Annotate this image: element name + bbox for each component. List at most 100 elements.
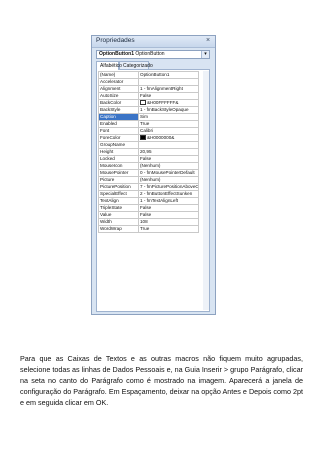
property-name[interactable]: MouseIcon [98,162,139,170]
property-row[interactable]: Width 108 [98,218,199,226]
property-value[interactable]: Sim [138,113,199,121]
property-value-text: 1 - fmBackStyleOpaque [140,107,189,113]
title-bar[interactable]: Propriedades × [92,36,215,48]
property-name[interactable]: BackStyle [98,106,139,114]
property-name[interactable]: Font [98,127,139,135]
color-swatch [140,135,146,141]
property-value[interactable]: 7 - fmPicturePositionAboveCent [138,183,199,191]
chevron-down-icon[interactable]: ▾ [201,51,209,58]
property-value[interactable]: True [138,120,199,128]
property-value[interactable]: (Nenhum) [138,162,199,170]
property-row[interactable]: Font Calibri [98,127,199,135]
property-row[interactable]: Locked False [98,155,199,163]
property-name[interactable]: GroupName [98,141,139,149]
property-name[interactable]: Width [98,218,139,226]
object-type: OptionButton [135,51,165,57]
object-name: OptionButton1 [99,51,134,57]
property-row[interactable]: PicturePosition 7 - fmPicturePositionAbov… [98,183,199,191]
property-value-text: &H00FFFFFF& [147,100,179,106]
property-value[interactable]: 1 - fmAlignmentRight [138,85,199,93]
property-value[interactable]: False [138,204,199,212]
property-value[interactable]: True [138,225,199,233]
property-name[interactable]: Caption [98,113,139,121]
property-value[interactable] [138,141,199,149]
property-row[interactable]: BackColor &H00FFFFFF& [98,99,199,107]
object-selector[interactable]: OptionButton1 OptionButton ▾ [96,50,210,59]
property-row[interactable]: Alignment 1 - fmAlignmentRight [98,85,199,93]
property-row[interactable]: Height 20,95 [98,148,199,156]
property-row[interactable]: Value False [98,211,199,219]
property-name[interactable]: Locked [98,155,139,163]
property-value-text: False [140,212,152,218]
property-value[interactable]: 2 - fmButtonEffectSunken [138,190,199,198]
instruction-paragraph: Para que as Caixas de Textos e as outras… [20,354,303,407]
property-name[interactable]: Height [98,148,139,156]
window-title: Propriedades [96,37,135,44]
property-row[interactable]: Caption Sim [98,113,199,121]
property-value-text: 0 - fmMousePointerDefault [140,170,195,176]
property-name[interactable]: Alignment [98,85,139,93]
property-value-text: 7 - fmPicturePositionAboveCent [140,184,199,190]
color-swatch [140,100,146,106]
property-name[interactable]: MousePointer [98,169,139,177]
property-value[interactable]: False [138,92,199,100]
tab-alfabetico[interactable]: Alfabético [96,61,122,70]
property-value[interactable]: &H0000000& [138,134,199,142]
property-value-text: False [140,93,152,99]
property-row[interactable]: AutoSize False [98,92,199,100]
property-name[interactable]: Picture [98,176,139,184]
property-row[interactable]: MouseIcon (Nenhum) [98,162,199,170]
property-name[interactable]: BackColor [98,99,139,107]
property-value[interactable]: 108 [138,218,199,226]
property-value[interactable]: 0 - fmMousePointerDefault [138,169,199,177]
property-row[interactable]: MousePointer 0 - fmMousePointerDefault [98,169,199,177]
property-value-text: Calibri [140,128,154,134]
property-name[interactable]: ForeColor [98,134,139,142]
property-value-text: (Nenhum) [140,177,161,183]
property-value-text: 20,95 [140,149,152,155]
close-icon[interactable]: × [204,37,212,45]
property-name[interactable]: AutoSize [98,92,139,100]
property-value-text: False [140,205,152,211]
property-value[interactable] [138,78,199,86]
vertical-scrollbar[interactable] [203,71,209,310]
property-row[interactable]: TextAlign 1 - fmTextAlignLeft [98,197,199,205]
property-name[interactable]: WordWrap [98,225,139,233]
property-value-text: OptionButton1 [140,72,170,78]
property-value-text: 2 - fmButtonEffectSunken [140,191,193,197]
property-name[interactable]: (Name) [98,71,139,79]
property-value[interactable]: False [138,211,199,219]
property-value[interactable]: OptionButton1 [138,71,199,79]
property-value-text: 1 - fmAlignmentRight [140,86,183,92]
property-value[interactable]: Calibri [138,127,199,135]
property-value[interactable]: False [138,155,199,163]
property-table: (Name) OptionButton1 Accelerator Alignment 1… [98,71,199,233]
property-name[interactable]: Accelerator [98,78,139,86]
property-row[interactable]: WordWrap True [98,225,199,233]
property-row[interactable]: ForeColor &H0000000& [98,134,199,142]
property-name[interactable]: Enabled [98,120,139,128]
property-value-text: True [140,226,150,232]
property-value[interactable]: (Nenhum) [138,176,199,184]
property-row[interactable]: Accelerator [98,78,199,86]
property-row[interactable]: GroupName [98,141,199,149]
property-row[interactable]: BackStyle 1 - fmBackStyleOpaque [98,106,199,114]
property-value[interactable]: 1 - fmTextAlignLeft [138,197,199,205]
property-name[interactable]: Value [98,211,139,219]
properties-window: Propriedades × OptionButton1 OptionButto… [91,35,216,315]
property-value[interactable]: 20,95 [138,148,199,156]
property-name[interactable]: PicturePosition [98,183,139,191]
property-row[interactable]: Picture (Nenhum) [98,176,199,184]
property-name[interactable]: SpecialEffect [98,190,139,198]
property-value-text: Sim [140,114,148,120]
property-grid: (Name) OptionButton1 Accelerator Alignment 1… [96,69,210,312]
property-name[interactable]: TextAlign [98,197,139,205]
property-row[interactable]: SpecialEffect 2 - fmButtonEffectSunken [98,190,199,198]
property-row[interactable]: TripleState False [98,204,199,212]
property-value-text: &H0000000& [147,135,175,141]
property-row[interactable]: (Name) OptionButton1 [98,71,199,79]
property-value[interactable]: &H00FFFFFF& [138,99,199,107]
property-name[interactable]: TripleState [98,204,139,212]
property-row[interactable]: Enabled True [98,120,199,128]
property-value[interactable]: 1 - fmBackStyleOpaque [138,106,199,114]
